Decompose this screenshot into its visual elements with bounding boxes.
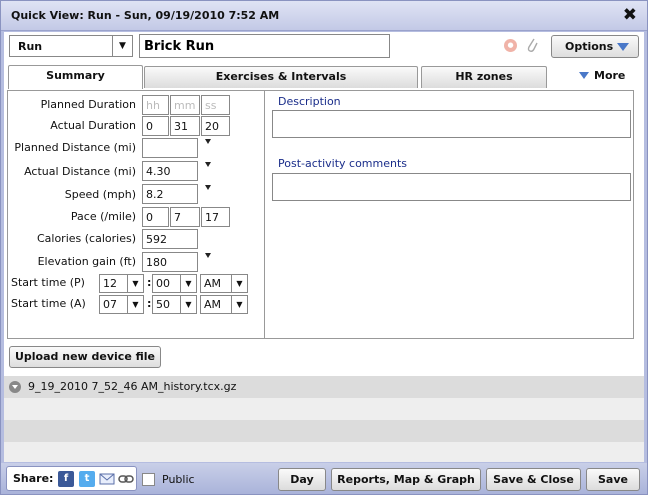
calories-input[interactable]: 592 (142, 229, 198, 249)
pace-hours[interactable]: 0 (142, 207, 169, 227)
elevation-units-icon[interactable] (205, 253, 211, 258)
time-separator: : (147, 297, 152, 310)
elevation-gain-label: Elevation gain (ft) (37, 255, 136, 268)
sport-select-value: Run (18, 40, 43, 53)
planned-distance-input[interactable] (142, 138, 198, 158)
planned-distance-label: Planned Distance (mi) (14, 141, 136, 154)
actual-distance-input[interactable]: 4.30 (142, 161, 198, 181)
sport-select[interactable]: Run ▼ (9, 35, 133, 57)
chevron-down-icon[interactable]: ▼ (112, 36, 132, 56)
actual-duration-label: Actual Duration (50, 119, 136, 132)
start-time-actual-label: Start time (A) (11, 297, 86, 310)
file-list-empty-row (4, 420, 644, 442)
options-label: Options (565, 40, 614, 53)
calories-label: Calories (calories) (36, 232, 136, 245)
file-list-empty-row (4, 442, 644, 462)
time-separator: : (147, 276, 152, 289)
post-activity-comments-label: Post-activity comments (278, 157, 408, 170)
content-area: Run ▼ ● Options Summary Exercises & Inte… (4, 32, 644, 462)
title-bar: Quick View: Run - Sun, 09/19/2010 7:52 A… (1, 1, 647, 31)
chevron-down-icon: ▼ (231, 275, 247, 292)
window-title: Quick View: Run - Sun, 09/19/2010 7:52 A… (11, 9, 280, 22)
speed-units-icon[interactable] (205, 185, 211, 190)
options-dropdown-icon (617, 43, 629, 51)
twitter-icon[interactable]: t (79, 471, 95, 487)
chevron-down-icon: ▼ (231, 296, 247, 313)
panel-divider (264, 91, 265, 338)
file-row[interactable]: 9_19_2010 7_52_46 AM_history.tcx.gz (4, 376, 644, 398)
file-name: 9_19_2010 7_52_46 AM_history.tcx.gz (28, 380, 237, 393)
start-actual-minute-value: 50 (156, 298, 170, 311)
tab-exercises-intervals[interactable]: Exercises & Intervals (144, 66, 418, 88)
more-dropdown-icon (579, 72, 589, 79)
pace-label: Pace (/mile) (70, 210, 136, 223)
chevron-down-icon: ▼ (127, 296, 143, 313)
options-button[interactable]: Options (551, 35, 639, 58)
workout-name-input[interactable] (139, 34, 390, 58)
pace-minutes[interactable]: 7 (170, 207, 200, 227)
email-icon[interactable] (99, 471, 115, 487)
link-icon[interactable] (118, 471, 134, 487)
share-label: Share: (13, 472, 54, 485)
facebook-icon[interactable]: f (58, 471, 74, 487)
public-label: Public (162, 473, 195, 486)
chevron-down-icon: ▼ (180, 296, 196, 313)
actual-duration-seconds[interactable]: 20 (201, 116, 230, 136)
start-planned-minute-value: 00 (156, 277, 170, 290)
start-planned-hour-value: 12 (103, 277, 117, 290)
planned-distance-units-icon[interactable] (205, 139, 211, 144)
chevron-down-icon: ▼ (127, 275, 143, 292)
tab-hr-zones[interactable]: HR zones (421, 66, 547, 88)
save-close-button[interactable]: Save & Close (486, 468, 581, 491)
start-planned-ampm-value: AM (204, 277, 222, 290)
quick-view-window: Quick View: Run - Sun, 09/19/2010 7:52 A… (0, 0, 648, 495)
elevation-gain-input[interactable]: 180 (142, 252, 198, 272)
start-actual-hour-select[interactable]: 07 ▼ (99, 295, 144, 314)
more-tabs-button[interactable]: More (579, 69, 625, 82)
planned-duration-label: Planned Duration (40, 98, 136, 111)
actual-duration-minutes[interactable]: 31 (170, 116, 200, 136)
reports-map-graph-button[interactable]: Reports, Map & Graph (331, 468, 481, 491)
actual-distance-label: Actual Distance (mi) (24, 165, 136, 178)
tab-summary[interactable]: Summary (8, 65, 143, 89)
start-planned-hour-select[interactable]: 12 ▼ (99, 274, 144, 293)
share-box: Share: f t (6, 466, 137, 491)
delete-icon[interactable]: ● (504, 39, 517, 52)
start-actual-hour-value: 07 (103, 298, 117, 311)
summary-panel: Planned Duration hh mm ss Actual Duratio… (7, 90, 634, 339)
more-label: More (594, 69, 626, 82)
paperclip-icon[interactable] (525, 36, 539, 54)
planned-duration-seconds[interactable]: ss (201, 95, 230, 115)
start-actual-minute-select[interactable]: 50 ▼ (152, 295, 197, 314)
planned-duration-hours[interactable]: hh (142, 95, 169, 115)
bottom-bar: Share: f t Public Day Reports, Map & Gra… (1, 463, 647, 494)
expand-file-icon[interactable] (9, 381, 21, 393)
planned-duration-minutes[interactable]: mm (170, 95, 200, 115)
start-planned-minute-select[interactable]: 00 ▼ (152, 274, 197, 293)
speed-input[interactable]: 8.2 (142, 184, 198, 204)
start-actual-ampm-select[interactable]: AM ▼ (200, 295, 248, 314)
close-icon[interactable]: ✖ (623, 5, 637, 25)
start-time-planned-label: Start time (P) (11, 276, 85, 289)
post-activity-comments-textarea[interactable] (272, 173, 631, 201)
day-button[interactable]: Day (278, 468, 326, 491)
description-label: Description (278, 95, 341, 108)
pace-seconds[interactable]: 17 (201, 207, 230, 227)
public-checkbox[interactable] (142, 473, 155, 486)
upload-device-file-button[interactable]: Upload new device file (9, 346, 161, 368)
start-planned-ampm-select[interactable]: AM ▼ (200, 274, 248, 293)
chevron-down-icon: ▼ (180, 275, 196, 292)
start-actual-ampm-value: AM (204, 298, 222, 311)
speed-label: Speed (mph) (64, 188, 136, 201)
actual-duration-hours[interactable]: 0 (142, 116, 169, 136)
save-button[interactable]: Save (586, 468, 640, 491)
description-textarea[interactable] (272, 110, 631, 138)
actual-distance-units-icon[interactable] (205, 162, 211, 167)
file-list-empty-row (4, 398, 644, 420)
